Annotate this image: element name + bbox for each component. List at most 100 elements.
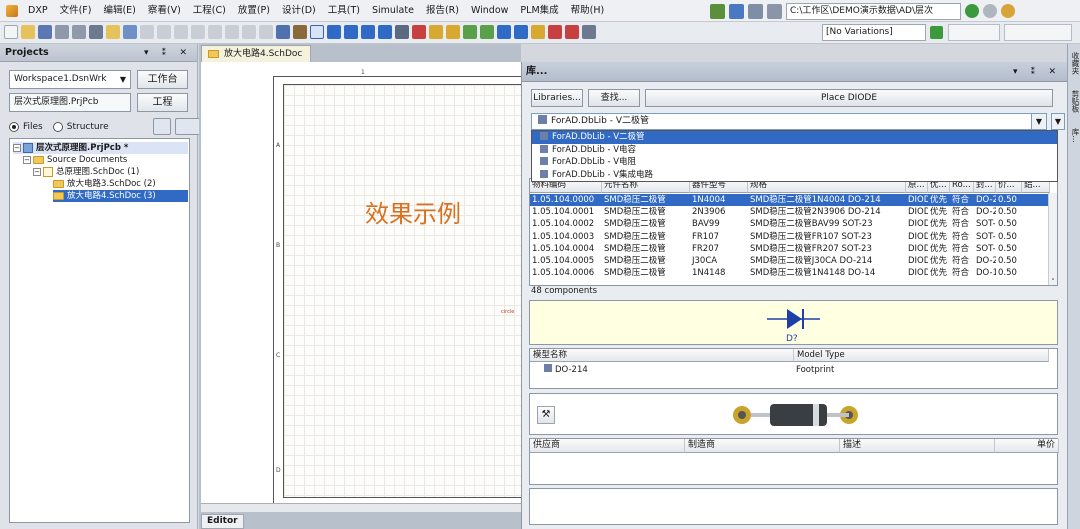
align-icon[interactable] [729, 3, 744, 19]
tree-master-sheet[interactable]: − 总原理图.SchDoc (1) [33, 166, 139, 178]
preview-icon[interactable] [72, 25, 86, 39]
menu-file[interactable]: 文件(F) [54, 0, 98, 22]
files-radio[interactable] [9, 121, 19, 132]
dropdown-option[interactable]: ForAD.DbLib - V集成电路 [532, 169, 1057, 182]
menu-reports[interactable]: 报告(R) [420, 0, 465, 22]
menu-simulate[interactable]: Simulate [366, 0, 420, 22]
port-icon[interactable] [514, 25, 528, 39]
new-icon[interactable] [4, 25, 18, 39]
part-icon[interactable] [429, 25, 443, 39]
menu-tools[interactable]: 工具(T) [322, 0, 366, 22]
zoom-fit-icon[interactable] [123, 25, 137, 39]
pen-icon[interactable] [293, 25, 307, 39]
side-tab-favorites[interactable]: 收藏夹 [1069, 52, 1080, 75]
menu-design[interactable]: 设计(D) [276, 0, 322, 22]
back-icon[interactable] [965, 4, 979, 18]
compile-mask-icon[interactable] [565, 25, 579, 39]
forward-icon[interactable] [983, 4, 997, 18]
collapse-icon[interactable]: − [23, 156, 31, 164]
search-button[interactable]: 查找... [588, 89, 640, 107]
save-icon[interactable] [38, 25, 52, 39]
menu-place[interactable]: 放置(P) [232, 0, 276, 22]
dropdown-option[interactable]: ForAD.DbLib - V电容 [532, 144, 1057, 157]
sheet-symbol-icon[interactable] [446, 25, 460, 39]
move-icon[interactable] [208, 25, 222, 39]
document-tab[interactable]: 放大电路4.SchDoc [201, 45, 312, 62]
dropdown-option[interactable]: ForAD.DbLib - V二极管 [532, 131, 1057, 144]
menu-edit[interactable]: 编辑(E) [97, 0, 141, 22]
vertical-scrollbar[interactable]: ˅ [1048, 193, 1057, 285]
tree-child-sheet-1[interactable]: 放大电路3.SchDoc (2) [53, 178, 156, 190]
tree-child-sheet-2[interactable]: 放大电路4.SchDoc (3) [53, 190, 188, 202]
harness-icon[interactable] [497, 25, 511, 39]
wire-icon[interactable] [327, 25, 341, 39]
column-header[interactable]: 描述 [840, 439, 995, 453]
structure-radio[interactable] [52, 121, 63, 132]
print-icon[interactable] [55, 25, 69, 39]
editor-tab[interactable]: Editor [201, 514, 244, 529]
project-button[interactable]: 工程 [137, 93, 188, 112]
model-name-cell[interactable]: DO-214 [544, 364, 588, 376]
column-header[interactable]: 制造商 [685, 439, 840, 453]
collapse-icon[interactable]: − [13, 144, 21, 152]
path-field[interactable]: C:\工作区\DEMO演示数据\AD\层次 [786, 2, 961, 20]
grid-icon[interactable] [767, 3, 782, 19]
home-icon[interactable] [1001, 4, 1015, 18]
panel-controls[interactable]: ▾ ⁑ ✕ [144, 44, 192, 62]
no-erc-icon[interactable] [548, 25, 562, 39]
deselect-icon[interactable] [225, 25, 239, 39]
libraries-button[interactable]: Libraries... [531, 89, 583, 107]
menu-window[interactable]: Window [465, 0, 514, 22]
library-menu-button[interactable]: ▼ [1051, 113, 1065, 130]
side-tab-clipboard[interactable]: 剪贴板 [1069, 90, 1080, 113]
column-header[interactable]: 供应商 [530, 439, 685, 453]
menu-view[interactable]: 察看(V) [142, 0, 187, 22]
column-header[interactable]: Model Type [794, 349, 1049, 362]
panel-controls[interactable]: ▾ ⁑ ✕ [1013, 62, 1061, 82]
menu-dxp[interactable]: DXP [22, 0, 54, 22]
collapse-icon[interactable]: − [33, 168, 41, 176]
menu-plm[interactable]: PLM集成 [514, 0, 564, 22]
bus-entry-icon[interactable] [361, 25, 375, 39]
place-button[interactable]: Place DIODE [645, 89, 1053, 107]
side-tab-libraries[interactable]: 库... [1069, 128, 1080, 143]
undo-icon[interactable] [242, 25, 256, 39]
redo-icon[interactable] [259, 25, 273, 39]
variations-dropdown[interactable]: [No Variations] [822, 24, 926, 41]
open-icon[interactable] [21, 25, 35, 39]
ground-icon[interactable] [748, 3, 763, 19]
tree-source-documents[interactable]: − Source Documents [23, 154, 127, 166]
dxp-logo-icon[interactable] [6, 4, 18, 17]
column-header[interactable]: 模型名称 [530, 349, 794, 362]
net-label-icon[interactable] [378, 25, 392, 39]
off-sheet-icon[interactable] [531, 25, 545, 39]
paste-icon[interactable] [174, 25, 188, 39]
project-options-icon[interactable] [152, 118, 171, 135]
copy-icon[interactable] [157, 25, 171, 39]
select-icon[interactable] [191, 25, 205, 39]
check-icon[interactable] [710, 3, 725, 19]
variant-icon[interactable] [930, 26, 943, 39]
draw-icon[interactable] [582, 25, 596, 39]
dropdown-option[interactable]: ForAD.DbLib - V电阻 [532, 156, 1057, 169]
horizontal-scrollbar[interactable] [201, 503, 521, 512]
chevron-down-icon[interactable]: ˅ [1049, 278, 1057, 285]
power-port-icon[interactable] [412, 25, 426, 39]
component-icon[interactable] [89, 25, 103, 39]
bus-icon[interactable] [344, 25, 358, 39]
workspace-combo[interactable]: Workspace1.DsnWrk ▼ [9, 70, 131, 89]
menu-project[interactable]: 工程(C) [187, 0, 232, 22]
toolbar-combo-2[interactable] [1004, 24, 1072, 41]
menu-help[interactable]: 帮助(H) [565, 0, 611, 22]
column-header[interactable]: 单价 [995, 439, 1059, 453]
device-sheet-icon[interactable] [480, 25, 494, 39]
sheet-entry-icon[interactable] [463, 25, 477, 39]
chevron-down-icon[interactable]: ▼ [1031, 113, 1047, 130]
cut-icon[interactable] [140, 25, 154, 39]
project-add-icon[interactable] [174, 118, 201, 135]
net-id-icon[interactable] [395, 25, 409, 39]
toolbar-combo-1[interactable] [948, 24, 1000, 41]
library-select[interactable]: ForAD.DbLib - V二极管 ▼ [531, 113, 1047, 130]
workspace-button[interactable]: 工作台 [137, 70, 188, 89]
project-combo[interactable]: 层次式原理图.PrjPcb [9, 93, 131, 112]
